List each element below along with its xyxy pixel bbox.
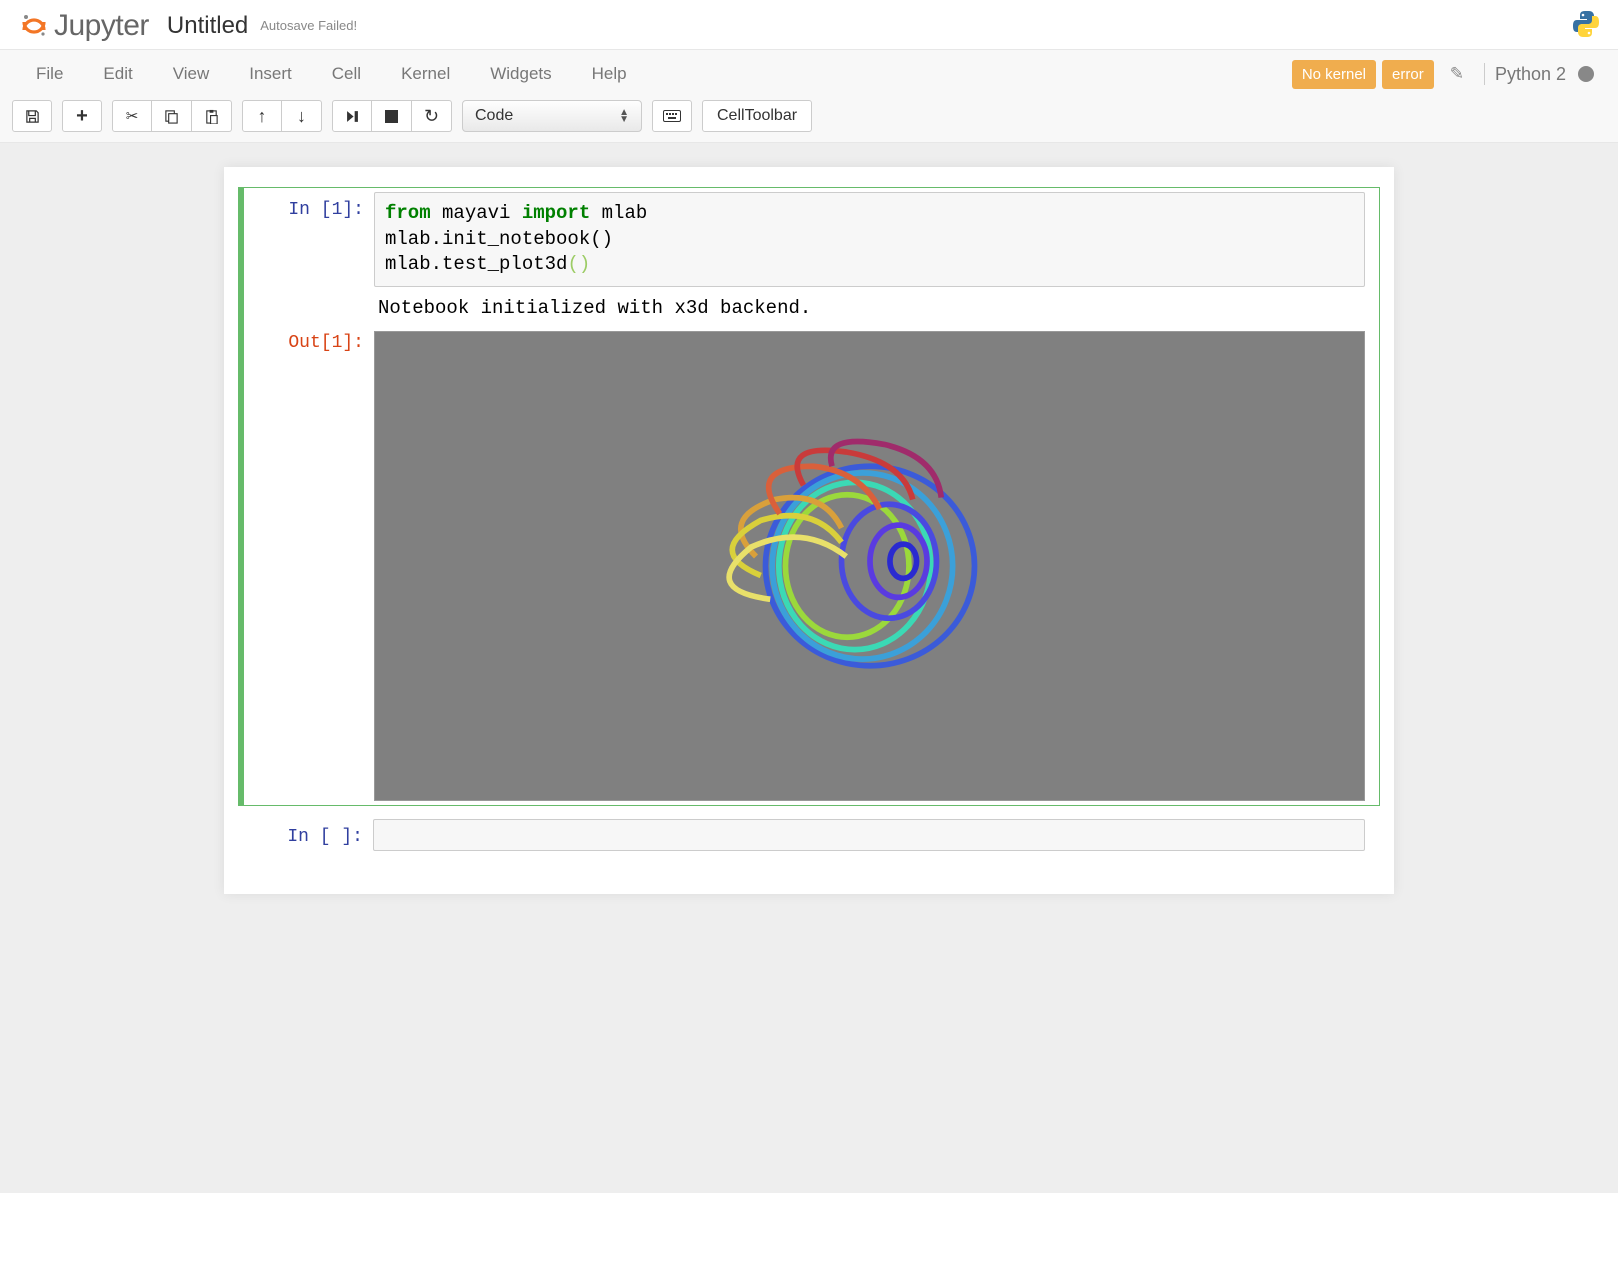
jupyter-logo[interactable]: Jupyter	[20, 9, 149, 43]
prompt-area: In [1]:	[244, 192, 374, 287]
add-icon: +	[76, 105, 88, 128]
cut-button[interactable]: ✂	[112, 100, 152, 132]
input-prompt: In [1]:	[288, 200, 364, 220]
kernel-indicator-icon	[1578, 66, 1594, 82]
cell-type-select[interactable]: Code ▲▼	[462, 100, 642, 132]
error-badge: error	[1382, 60, 1434, 89]
input-prompt: In [ ]:	[287, 827, 363, 847]
notebook-background: In [1]: from mayavi import mlab mlab.ini…	[0, 143, 1618, 1193]
stop-icon	[385, 110, 398, 123]
arrow-down-icon: ↓	[297, 106, 306, 127]
kernel-name[interactable]: Python 2	[1495, 64, 1566, 85]
header-right	[1570, 8, 1602, 43]
stop-button[interactable]	[372, 100, 412, 132]
menu-cell[interactable]: Cell	[312, 54, 381, 94]
output-prompt-area: Out[1]:	[244, 325, 374, 801]
move-down-button[interactable]: ↓	[282, 100, 322, 132]
menu-help[interactable]: Help	[572, 54, 647, 94]
refresh-icon: ↻	[424, 106, 439, 127]
document-title[interactable]: Untitled	[167, 12, 248, 40]
paste-icon	[204, 109, 219, 124]
cut-icon: ✂	[126, 107, 139, 125]
autosave-status: Autosave Failed!	[260, 18, 357, 33]
copy-button[interactable]	[152, 100, 192, 132]
menu-insert[interactable]: Insert	[229, 54, 312, 94]
menubar-container: File Edit View Insert Cell Kernel Widget…	[0, 50, 1618, 143]
cell-type-value: Code	[475, 107, 513, 125]
arrow-up-icon: ↑	[258, 106, 267, 127]
output-prompt: Out[1]:	[288, 333, 364, 353]
jupyter-wordmark: Jupyter	[54, 9, 149, 43]
header: Jupyter Untitled Autosave Failed!	[0, 0, 1618, 50]
menubar: File Edit View Insert Cell Kernel Widget…	[0, 50, 1618, 94]
menubar-right: No kernel error ✎ Python 2	[1292, 60, 1602, 89]
menu-edit[interactable]: Edit	[83, 54, 152, 94]
menu-view[interactable]: View	[153, 54, 230, 94]
move-up-button[interactable]: ↑	[242, 100, 282, 132]
x3d-output[interactable]	[374, 331, 1365, 801]
prompt-area: In [ ]:	[243, 819, 373, 851]
pencil-icon[interactable]: ✎	[1440, 64, 1474, 84]
code-editor[interactable]	[373, 819, 1365, 851]
python-icon	[1570, 27, 1602, 43]
no-kernel-badge: No kernel	[1292, 60, 1376, 89]
keyboard-icon	[663, 110, 681, 122]
code-cell[interactable]: In [1]: from mayavi import mlab mlab.ini…	[238, 187, 1380, 806]
stdout-output: Notebook initialized with x3d backend.	[374, 287, 1365, 325]
copy-icon	[164, 109, 179, 124]
divider	[1484, 63, 1485, 85]
save-button[interactable]	[12, 100, 52, 132]
menu-file[interactable]: File	[16, 54, 83, 94]
menu-kernel[interactable]: Kernel	[381, 54, 470, 94]
restart-button[interactable]: ↻	[412, 100, 452, 132]
jupyter-icon	[20, 12, 48, 40]
code-cell[interactable]: In [ ]:	[238, 814, 1380, 856]
command-palette-button[interactable]	[652, 100, 692, 132]
plot3d-visual	[680, 406, 1060, 726]
chevron-updown-icon: ▲▼	[619, 109, 629, 123]
notebook: In [1]: from mayavi import mlab mlab.ini…	[224, 167, 1394, 894]
cell-toolbar-label: CellToolbar	[717, 107, 797, 125]
add-cell-button[interactable]: +	[62, 100, 102, 132]
cell-toolbar-button[interactable]: CellToolbar	[702, 100, 812, 132]
run-button[interactable]	[332, 100, 372, 132]
menu-widgets[interactable]: Widgets	[470, 54, 571, 94]
step-forward-icon	[346, 110, 359, 123]
code-editor[interactable]: from mayavi import mlab mlab.init_notebo…	[374, 192, 1365, 287]
save-icon	[25, 109, 40, 124]
toolbar: + ✂ ↑ ↓	[0, 94, 1618, 142]
paste-button[interactable]	[192, 100, 232, 132]
